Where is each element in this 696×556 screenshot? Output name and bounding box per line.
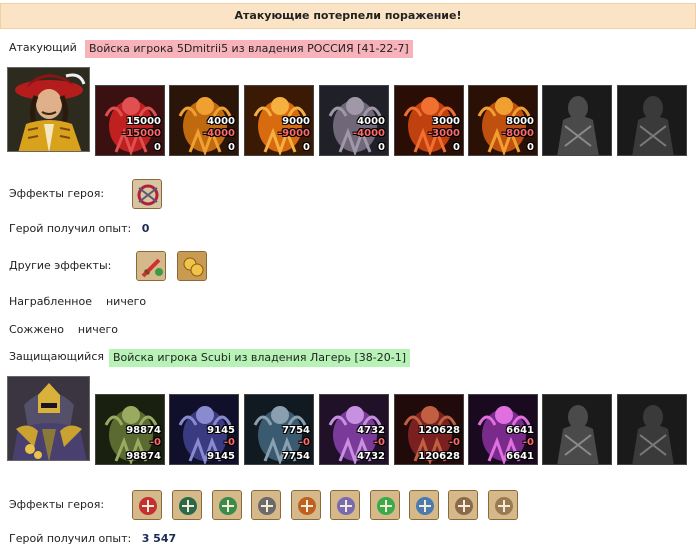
beetle-icon[interactable] [291,490,321,520]
blade-swirl-icon[interactable] [132,179,162,209]
unit-loss: -8000 [502,128,534,139]
attacker-unit-slot-3[interactable]: 9000 -9000 0 [244,85,314,156]
fist-shield-icon[interactable] [212,490,242,520]
defender-title: Войска игрока Scubi из владения Лагерь [… [109,349,411,367]
defender-hero-portrait[interactable] [7,376,90,461]
unit-count: 6641 [506,425,534,436]
defender-exp-label: Герой получил опыт: [9,532,132,545]
battle-result-banner: Атакующие потерпели поражение! [0,3,696,29]
dice-icon[interactable] [132,490,162,520]
defender-exp-row: Герой получил опыт: 3 547 [9,531,176,547]
empty-slot-icon [543,86,611,155]
loot-value: ничего [105,295,147,308]
unit-remaining: 0 [378,142,385,153]
loot-row: Награбленное ничего [9,294,146,310]
unit-remaining: 6641 [506,451,534,462]
unit-loss: -0 [373,437,385,448]
defender-unit-slot-2[interactable]: 9145 -0 9145 [169,394,239,465]
unit-loss: -4000 [353,128,385,139]
attacker-unit-slot-6[interactable]: 8000 -8000 0 [468,85,538,156]
defender-label: Защищающийся [9,350,104,363]
empty-slot-icon [618,395,686,464]
attacker-exp-label: Герой получил опыт: [9,222,132,235]
unit-count: 120628 [418,425,460,436]
defender-unit-slot-6[interactable]: 6641 -0 6641 [468,394,538,465]
unit-count: 4732 [357,425,385,436]
attacker-label: Атакующий [9,41,77,54]
attacker-hero-effects-label: Эффекты героя: [9,187,105,200]
defender-unit-slot-4[interactable]: 4732 -0 4732 [319,394,389,465]
unit-loss: -0 [522,437,534,448]
unit-count: 7754 [282,425,310,436]
unit-remaining: 4732 [357,451,385,462]
unit-remaining: 9145 [207,451,235,462]
unit-remaining: 0 [527,142,534,153]
unit-remaining: 7754 [282,451,310,462]
attacker-unit-slot-1[interactable]: 15000 -15000 0 [95,85,165,156]
attacker-unit-slot-5[interactable]: 3000 -3000 0 [394,85,464,156]
sword-icon[interactable] [136,251,166,281]
unit-loss: -3000 [428,128,460,139]
unit-remaining: 0 [303,142,310,153]
coins-icon[interactable] [177,251,207,281]
burned-value: ничего [77,323,119,336]
defender-unit-slot-8[interactable] [617,394,687,465]
skeleton-icon[interactable] [488,490,518,520]
unit-count: 9000 [282,116,310,127]
unit-loss: -0 [298,437,310,448]
unit-remaining: 0 [228,142,235,153]
unit-count: 4000 [357,116,385,127]
unit-remaining: 0 [453,142,460,153]
defender-unit-slot-5[interactable]: 120628 -0 120628 [394,394,464,465]
clover-icon[interactable] [370,490,400,520]
unit-remaining: 0 [154,142,161,153]
loot-label: Награбленное [9,295,92,308]
burned-row: Сожжено ничего [9,322,118,338]
shield-icon[interactable] [172,490,202,520]
unit-loss: -0 [149,437,161,448]
attacker-unit-slot-2[interactable]: 4000 -4000 0 [169,85,239,156]
round-shield-icon[interactable] [448,490,478,520]
attacker-exp-row: Герой получил опыт: 0 [9,221,149,237]
unit-count: 8000 [506,116,534,127]
spear-icon[interactable] [409,490,439,520]
unit-loss: -0 [448,437,460,448]
attacker-unit-slot-7[interactable] [542,85,612,156]
attacker-other-effects-label: Другие эффекты: [9,259,112,272]
unit-remaining: 120628 [418,451,460,462]
defender-unit-slot-1[interactable]: 98874 -0 98874 [95,394,165,465]
unit-count: 15000 [126,116,161,127]
unit-loss: -4000 [203,128,235,139]
unit-count: 9145 [207,425,235,436]
unit-count: 3000 [432,116,460,127]
unit-loss: -9000 [278,128,310,139]
attacker-title: Войска игрока 5Dmitrii5 из владения РОСС… [85,40,413,58]
defender-unit-slot-7[interactable] [542,394,612,465]
unit-count: 4000 [207,116,235,127]
burned-label: Сожжено [9,323,64,336]
empty-slot-icon [618,86,686,155]
empty-slot-icon [543,395,611,464]
unit-loss: -15000 [122,128,161,139]
attacker-exp-value: 0 [141,222,150,235]
attacker-unit-slot-4[interactable]: 4000 -4000 0 [319,85,389,156]
spiral-icon[interactable] [330,490,360,520]
defender-exp-value: 3 547 [141,532,177,545]
unit-remaining: 98874 [126,451,161,462]
amulet-icon[interactable] [251,490,281,520]
unit-loss: -0 [223,437,235,448]
attacker-hero-portrait[interactable] [7,67,90,152]
attacker-unit-slot-8[interactable] [617,85,687,156]
unit-count: 98874 [126,425,161,436]
defender-unit-slot-3[interactable]: 7754 -0 7754 [244,394,314,465]
defender-hero-effects-label: Эффекты героя: [9,498,105,511]
